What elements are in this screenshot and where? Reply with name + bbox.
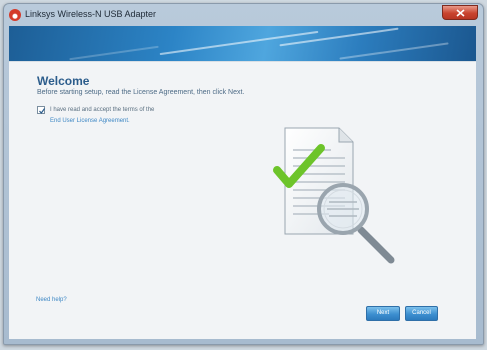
accept-license-label: I have read and accept the terms of the bbox=[50, 107, 155, 113]
document-search-check-icon bbox=[273, 127, 395, 264]
window-title: Linksys Wireless-N USB Adapter bbox=[25, 9, 157, 19]
title-bar[interactable]: Linksys Wireless-N USB Adapter bbox=[4, 4, 483, 26]
checkmark-icon bbox=[39, 108, 46, 114]
eula-link[interactable]: End User License Agreement. bbox=[50, 118, 130, 124]
content-panel: Welcome Before starting setup, read the … bbox=[9, 61, 476, 339]
need-help-link[interactable]: Need help? bbox=[36, 297, 67, 303]
close-button[interactable] bbox=[442, 5, 478, 20]
cancel-button[interactable]: Cancel bbox=[405, 306, 438, 321]
setup-window: Linksys Wireless-N USB Adapter Welcome B… bbox=[3, 3, 484, 345]
linksys-app-icon bbox=[9, 9, 21, 21]
next-button[interactable]: Next bbox=[366, 306, 400, 321]
accept-license-checkbox[interactable] bbox=[37, 106, 46, 114]
page-title: Welcome bbox=[37, 74, 90, 88]
close-icon bbox=[456, 9, 465, 17]
instructions-text: Before starting setup, read the License … bbox=[37, 89, 245, 96]
header-banner bbox=[9, 26, 476, 61]
